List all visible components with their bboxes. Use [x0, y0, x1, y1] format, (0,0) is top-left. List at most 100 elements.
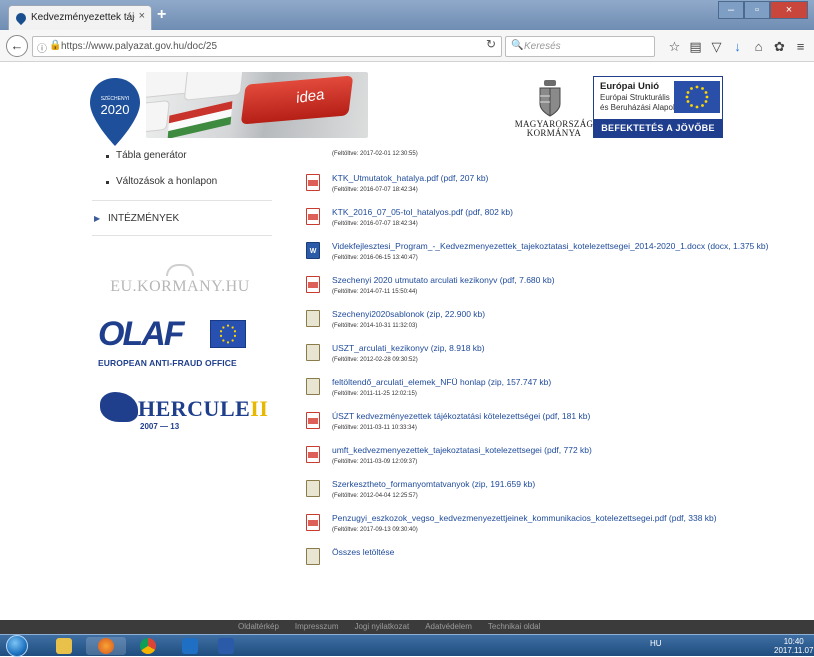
- search-bar[interactable]: 🔍 Keresés: [505, 36, 655, 57]
- taskbar-outlook[interactable]: [170, 637, 210, 655]
- zip-file-icon[interactable]: [306, 548, 320, 565]
- file-link[interactable]: KTK_Utmutatok_hatalya.pdf (pdf, 207 kb): [332, 172, 784, 184]
- doc-file-icon[interactable]: W: [306, 242, 320, 259]
- menu-icon[interactable]: ≡: [790, 38, 811, 56]
- pdf-file-icon[interactable]: [306, 446, 320, 463]
- download-icon[interactable]: ↓: [727, 38, 748, 56]
- clock-time: 10:40: [783, 637, 804, 646]
- file-date: (Feltöltve: 2016-06-15 13:40:47): [332, 255, 418, 261]
- footer-link-legal[interactable]: Jogi nyilatkozat: [354, 620, 409, 634]
- system-clock[interactable]: 10:40 2017.11.07: [774, 637, 813, 655]
- chrome-icon: [140, 638, 156, 654]
- file-item: KTK_Utmutatok_hatalya.pdf (pdf, 207 kb) (…: [304, 172, 784, 202]
- address-bar[interactable]: ⓘ 🔒 https://www.palyazat.gov.hu/doc/25: [32, 36, 502, 57]
- file-date: (Feltöltve: 2012-04-04 12:25:57): [332, 493, 418, 499]
- pdf-file-icon[interactable]: [306, 208, 320, 225]
- eu-funds-logo[interactable]: Európai Unió Európai Strukturális és Ber…: [593, 76, 723, 138]
- folder-icon: [56, 638, 72, 654]
- file-link[interactable]: Szechenyi2020sablonok (zip, 22.900 kb): [332, 308, 784, 320]
- close-window-button[interactable]: ×: [770, 1, 808, 19]
- file-link[interactable]: Videkfejlesztesi_Program_-_Kedvezmenyeze…: [332, 240, 784, 252]
- extension-icon[interactable]: ✿: [769, 38, 790, 56]
- outlook-icon: [182, 638, 198, 654]
- url-text[interactable]: https://www.palyazat.gov.hu/doc/25: [61, 41, 217, 52]
- szechenyi-2020-logo[interactable]: SZÉCHENYI 2020: [88, 76, 142, 148]
- nav-item-tabla-generator[interactable]: Tábla generátor: [92, 146, 272, 172]
- nav-divider: [92, 235, 272, 236]
- eu-kormany-logo[interactable]: EU.KORMANY.HU: [100, 262, 260, 306]
- file-item: Szerkesztheto_formanyomtatvanyok (zip, 1…: [304, 478, 784, 508]
- minimize-button[interactable]: –: [718, 1, 744, 19]
- file-link[interactable]: Szechenyi 2020 utmutato arculati kezikon…: [332, 274, 784, 286]
- file-link[interactable]: ÚSZT kedvezményezettek tájékoztatási köt…: [332, 410, 784, 422]
- pdf-file-icon[interactable]: [306, 514, 320, 531]
- hercule-word: HERCULEII: [138, 396, 268, 422]
- pocket-icon[interactable]: ▽: [706, 38, 727, 56]
- file-link[interactable]: feltöltendő_arculati_elemek_NFÜ honlap (…: [332, 376, 784, 388]
- lock-icon: 🔒: [49, 40, 62, 51]
- file-list: KTK_Utmutatok_hatalya.pdf (pdf, 207 kb) (…: [304, 172, 784, 580]
- footer-link-privacy[interactable]: Adatvédelem: [425, 620, 472, 634]
- new-tab-button[interactable]: +: [157, 6, 166, 24]
- eu-subtitle-2: és Beruházási Alapok: [600, 103, 677, 112]
- zip-file-icon[interactable]: [306, 480, 320, 497]
- taskbar-firefox[interactable]: [86, 637, 126, 655]
- left-navigation: Tábla generátor Változások a honlapon ▶ …: [92, 146, 272, 244]
- bookmark-star-icon[interactable]: ☆: [664, 38, 685, 56]
- zip-file-icon[interactable]: [306, 310, 320, 327]
- file-date: (Feltöltve: 2016-07-07 18:42:34): [332, 221, 418, 227]
- browser-tab[interactable]: Kedvezményezettek tájékozta ×: [8, 5, 152, 30]
- maximize-button[interactable]: ▫: [744, 1, 770, 19]
- home-icon[interactable]: ⌂: [748, 38, 769, 56]
- toolbar-icons: ☆ ▤ ▽ ↓ ⌂ ✿ ≡: [664, 38, 811, 56]
- footer-link-sitemap[interactable]: Oldaltérkép: [238, 620, 279, 634]
- hercule-name: HERCULE: [138, 396, 251, 421]
- logo-2020-top: SZÉCHENYI: [101, 95, 130, 102]
- file-item: W Videkfejlesztesi_Program_-_Kedvezmenyez…: [304, 240, 784, 270]
- file-date: (Feltöltve: 2014-07-11 15:50:44): [332, 289, 418, 295]
- language-indicator[interactable]: HU: [650, 639, 662, 648]
- file-item: Összes letöltése: [304, 546, 784, 576]
- file-link[interactable]: Szerkesztheto_formanyomtatvanyok (zip, 1…: [332, 478, 784, 490]
- hercule-logo[interactable]: HERCULEII 2007 — 13: [98, 388, 268, 438]
- file-date: (Feltöltve: 2011-11-25 12:02:15): [332, 391, 417, 397]
- reading-list-icon[interactable]: ▤: [685, 38, 706, 56]
- eu-subtitle-1: Európai Strukturális: [600, 93, 670, 102]
- pdf-file-icon[interactable]: [306, 276, 320, 293]
- pdf-file-icon[interactable]: [306, 412, 320, 429]
- pdf-file-icon[interactable]: [306, 174, 320, 191]
- nav-section-intezmenyek[interactable]: ▶ INTÉZMÉNYEK: [92, 209, 272, 233]
- info-icon[interactable]: ⓘ: [37, 40, 47, 55]
- zip-file-icon[interactable]: [306, 344, 320, 361]
- chevron-right-icon: ▶: [94, 214, 101, 223]
- file-date: (Feltöltve: 2017-09-13 09:30:40): [332, 527, 418, 533]
- nav-item-valtozasok[interactable]: Változások a honlapon: [92, 172, 272, 198]
- partial-file-entry: (Feltöltve: 2017-02-01 12:30:55): [304, 146, 604, 158]
- hungarian-crest-icon: [539, 80, 561, 117]
- search-placeholder[interactable]: Keresés: [524, 41, 561, 52]
- footer-link-impresszum[interactable]: Impresszum: [295, 620, 339, 634]
- back-button[interactable]: ←: [6, 35, 28, 57]
- file-item: USZT_arculati_kezikonyv (zip, 8.918 kb) (…: [304, 342, 784, 372]
- footer-link-technical[interactable]: Technikai oldal: [488, 620, 540, 634]
- close-tab-icon[interactable]: ×: [139, 10, 145, 22]
- olaf-word: OLAF: [98, 315, 185, 353]
- taskbar-word[interactable]: [206, 637, 246, 655]
- reload-icon[interactable]: ↻: [482, 37, 500, 55]
- file-link[interactable]: Összes letöltése: [332, 546, 784, 558]
- file-link[interactable]: umft_kedvezmenyezettek_tajekoztatasi_kot…: [332, 444, 784, 456]
- taskbar-explorer[interactable]: [44, 637, 84, 655]
- parliament-dome-icon: [166, 264, 194, 276]
- start-button[interactable]: [6, 635, 28, 657]
- nav-section-label: INTÉZMÉNYEK: [108, 213, 180, 224]
- file-link[interactable]: KTK_2016_07_05-tol_hatalyos.pdf (pdf, 80…: [332, 206, 784, 218]
- file-item: Szechenyi 2020 utmutato arculati kezikon…: [304, 274, 784, 304]
- file-item: umft_kedvezmenyezettek_tajekoztatasi_kot…: [304, 444, 784, 474]
- taskbar-chrome[interactable]: [128, 637, 168, 655]
- file-link[interactable]: Penzugyi_eszkozok_vegso_kedvezmenyezettj…: [332, 512, 784, 524]
- page-footer: Oldaltérkép Impresszum Jogi nyilatkozat …: [0, 620, 814, 634]
- browser-toolbar: ← ⓘ 🔒 https://www.palyazat.gov.hu/doc/25…: [0, 30, 814, 62]
- olaf-logo[interactable]: OLAF EUROPEAN ANTI-FRAUD OFFICE: [98, 314, 262, 378]
- zip-file-icon[interactable]: [306, 378, 320, 395]
- file-link[interactable]: USZT_arculati_kezikonyv (zip, 8.918 kb): [332, 342, 784, 354]
